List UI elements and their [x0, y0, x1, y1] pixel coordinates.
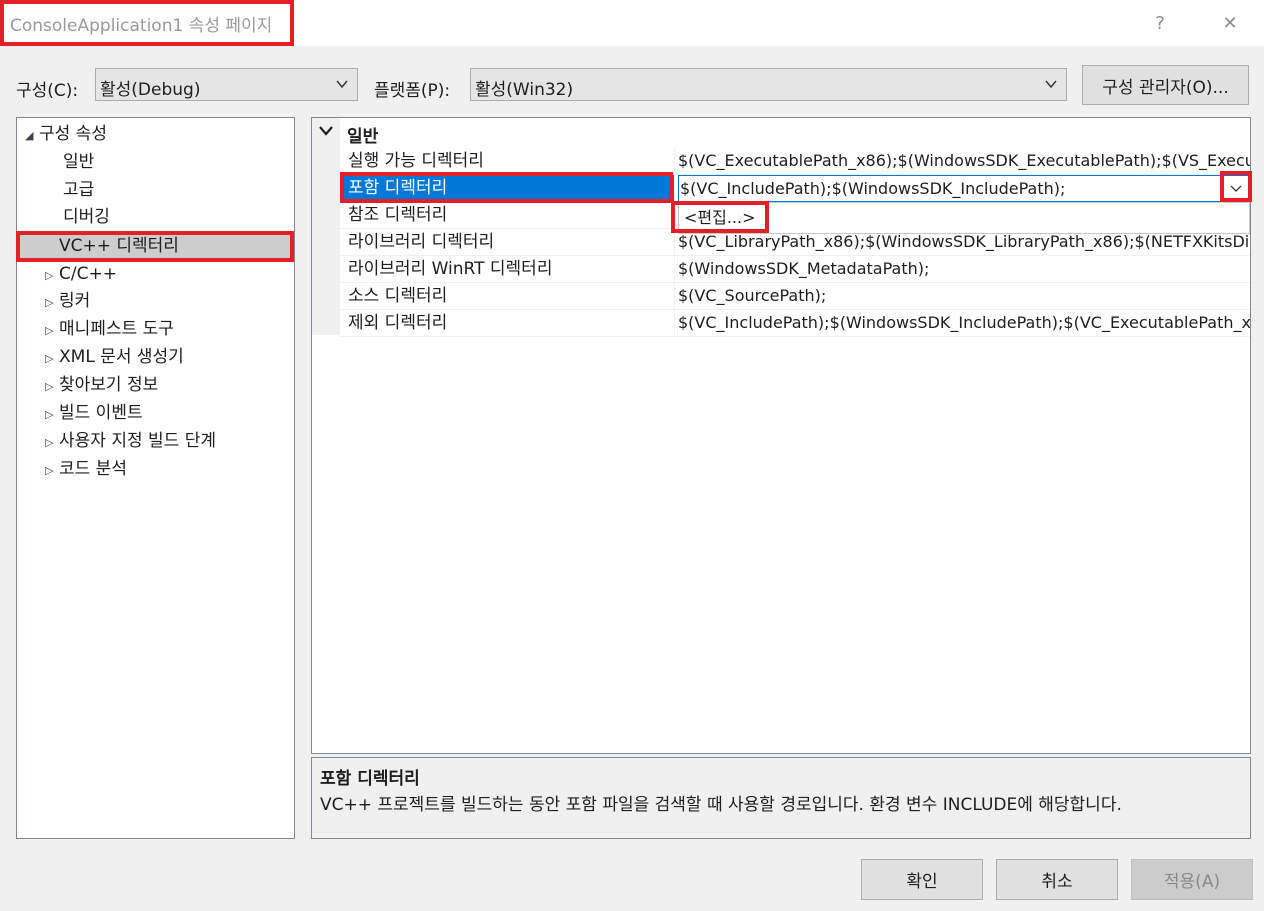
property-name: 제외 디렉터리: [340, 310, 675, 337]
cancel-button[interactable]: 취소: [996, 859, 1118, 900]
platform-combo[interactable]: 활성(Win32): [470, 68, 1067, 101]
ok-button[interactable]: 확인: [861, 859, 983, 900]
tree-item-browse-info[interactable]: ▷ 찾아보기 정보: [45, 372, 158, 398]
config-manager-button[interactable]: 구성 관리자(O)...: [1082, 65, 1249, 105]
property-value-editor[interactable]: $(VC_IncludePath);$(WindowsSDK_IncludePa…: [678, 175, 1250, 202]
tree-item-code-analysis[interactable]: ▷ 코드 분석: [45, 456, 127, 482]
tree-item-general[interactable]: 일반: [63, 149, 94, 175]
expand-triangle-icon: ▷: [45, 464, 54, 477]
property-grid: 일반 실행 가능 디렉터리 $(VC_ExecutablePath_x86);$…: [311, 117, 1251, 754]
collapse-triangle-icon: ◢: [25, 129, 34, 142]
tree-item-manifest-tool[interactable]: ▷ 매니페스트 도구: [45, 316, 174, 342]
property-tree: ◢ 구성 속성 일반 고급 디버깅 VC++ 디렉터리 ▷ C/C++ ▷ 링커 ▷ 매…: [16, 117, 295, 839]
property-row-selected[interactable]: 포함 디렉터리 $(VC_IncludePath);$(WindowsSDK_I…: [340, 175, 1250, 202]
property-name: 참조 디렉터리: [340, 202, 675, 229]
tree-item-vc-directories[interactable]: VC++ 디렉터리: [18, 233, 293, 259]
tree-item-c-cpp[interactable]: ▷ C/C++: [45, 261, 117, 287]
property-name: 라이브러리 디렉터리: [340, 229, 675, 256]
tree-item-label: 코드 분석: [59, 459, 127, 479]
chevron-down-icon: [1230, 185, 1242, 192]
expand-triangle-icon: ▷: [45, 436, 54, 449]
tree-item-label: 빌드 이벤트: [59, 403, 143, 423]
property-row[interactable]: 제외 디렉터리 $(VC_IncludePath);$(WindowsSDK_I…: [340, 310, 1250, 337]
tree-item-label: 매니페스트 도구: [59, 319, 174, 339]
property-name: 포함 디렉터리: [340, 175, 675, 202]
expand-triangle-icon: ▷: [45, 408, 54, 421]
expand-triangle-icon: ▷: [45, 324, 54, 337]
tree-item-label: 찾아보기 정보: [59, 375, 159, 395]
title-bar: ConsoleApplication1 속성 페이지 ? ✕: [0, 0, 1264, 46]
expand-triangle-icon: ▷: [45, 296, 54, 309]
tree-item-label: 링커: [59, 291, 91, 311]
description-title: 포함 디렉터리: [320, 769, 420, 789]
tree-item-linker[interactable]: ▷ 링커: [45, 288, 90, 314]
category-row-general[interactable]: 일반: [312, 118, 1250, 147]
config-combo[interactable]: 활성(Debug): [95, 68, 358, 101]
tree-item-build-events[interactable]: ▷ 빌드 이벤트: [45, 400, 143, 426]
chevron-down-icon: [336, 80, 348, 89]
expand-triangle-icon: ▷: [45, 352, 54, 365]
close-icon: ✕: [1222, 12, 1238, 34]
close-button[interactable]: ✕: [1214, 8, 1246, 38]
tree-item-advanced[interactable]: 고급: [63, 177, 94, 203]
property-row[interactable]: 소스 디렉터리 $(VC_SourcePath);: [340, 283, 1250, 310]
property-value: $(VC_ExecutablePath_x86);$(WindowsSDK_Ex…: [678, 151, 1250, 170]
platform-label: 플랫폼(P):: [374, 81, 451, 101]
config-combo-value: 활성(Debug): [100, 80, 201, 100]
property-row[interactable]: 라이브러리 WinRT 디렉터리 $(WindowsSDK_MetadataPa…: [340, 256, 1250, 283]
description-text: VC++ 프로젝트를 빌드하는 동안 포함 파일을 검색할 때 사용할 경로입니…: [320, 795, 1122, 815]
description-pane: 포함 디렉터리 VC++ 프로젝트를 빌드하는 동안 포함 파일을 검색할 때 …: [311, 757, 1251, 839]
tree-item-label: 사용자 지정 빌드 단계: [59, 431, 216, 451]
tree-root-label: 구성 속성: [39, 124, 107, 144]
property-name: 실행 가능 디렉터리: [340, 148, 675, 175]
window-title: ConsoleApplication1 속성 페이지: [10, 16, 273, 36]
property-value: $(VC_SourcePath);: [678, 286, 827, 305]
apply-button[interactable]: 적용(A): [1131, 859, 1253, 900]
chevron-down-icon: [1045, 80, 1057, 89]
property-value: $(VC_IncludePath);$(WindowsSDK_IncludePa…: [680, 179, 1066, 198]
value-dropdown-button[interactable]: [1225, 178, 1247, 200]
tree-item-debugging[interactable]: 디버깅: [63, 204, 110, 230]
tree-item-label: C/C++: [59, 264, 117, 284]
expand-triangle-icon: ▷: [45, 269, 54, 282]
grid-gutter: [312, 118, 340, 335]
property-row[interactable]: 실행 가능 디렉터리 $(VC_ExecutablePath_x86);$(Wi…: [340, 148, 1250, 175]
property-value: $(VC_IncludePath);$(WindowsSDK_IncludePa…: [678, 313, 1250, 332]
chevron-down-icon[interactable]: [318, 124, 334, 138]
help-icon: ?: [1155, 12, 1165, 34]
property-name: 라이브러리 WinRT 디렉터리: [340, 256, 675, 283]
platform-combo-value: 활성(Win32): [475, 80, 574, 100]
property-value: $(WindowsSDK_MetadataPath);: [678, 259, 930, 278]
help-button[interactable]: ?: [1144, 8, 1176, 38]
tree-root-config-properties[interactable]: ◢ 구성 속성: [25, 121, 107, 147]
expand-triangle-icon: ▷: [45, 380, 54, 393]
value-dropdown-popup: <편집...>: [678, 202, 1250, 234]
tree-item-label: XML 문서 생성기: [59, 347, 184, 367]
dropdown-item-edit[interactable]: <편집...>: [680, 207, 760, 229]
property-name: 소스 디렉터리: [340, 283, 675, 310]
tree-item-xml-doc-generator[interactable]: ▷ XML 문서 생성기: [45, 344, 184, 370]
config-label: 구성(C):: [16, 81, 79, 101]
category-label: 일반: [347, 127, 379, 147]
tree-item-custom-build-step[interactable]: ▷ 사용자 지정 빌드 단계: [45, 428, 216, 454]
